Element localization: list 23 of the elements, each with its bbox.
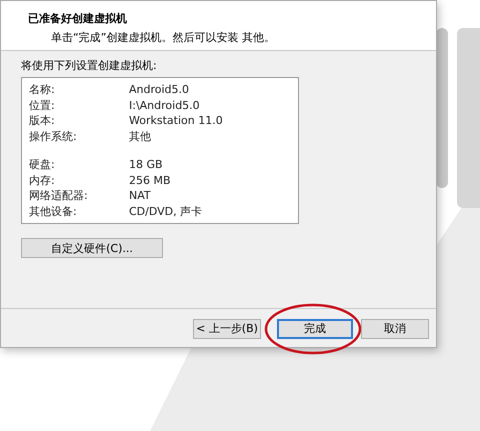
- setting-value: 256 MB: [129, 172, 171, 188]
- setting-label: 内存:: [29, 172, 56, 188]
- customize-hardware-button[interactable]: 自定义硬件(C)...: [21, 238, 163, 258]
- cancel-button[interactable]: 取消: [361, 318, 429, 339]
- page-subtitle: 单击“完成”创建虚拟机。然后可以安装 其他。: [50, 30, 276, 45]
- setting-value: I:\Android5.0: [129, 98, 200, 113]
- setting-label: 硬盘:: [29, 157, 56, 172]
- page-title: 已准备好创建虚拟机: [28, 11, 128, 26]
- setting-value: Workstation 11.0: [129, 113, 223, 128]
- back-button[interactable]: < 上一步(B): [193, 318, 261, 339]
- setting-label: 操作系统:: [29, 128, 78, 144]
- setting-label: 位置:: [29, 98, 56, 113]
- setting-label: 网络适配器:: [29, 188, 89, 204]
- setting-label: 名称:: [29, 82, 56, 98]
- setting-value: CD/DVD, 声卡: [129, 204, 202, 219]
- setting-label: 版本:: [29, 113, 56, 128]
- setting-label: 其他设备:: [29, 204, 78, 219]
- setting-value: 18 GB: [129, 157, 163, 172]
- finish-button[interactable]: 完成: [277, 318, 353, 339]
- setting-value: 其他: [129, 128, 151, 144]
- setting-value: Android5.0: [129, 82, 190, 98]
- setting-value: NAT: [129, 188, 151, 204]
- intro-text: 将使用下列设置创建虚拟机:: [21, 58, 157, 74]
